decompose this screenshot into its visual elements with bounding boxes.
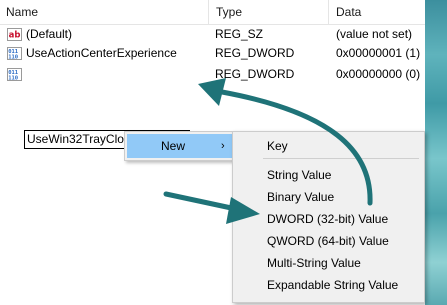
column-header-name[interactable]: Name: [0, 0, 209, 24]
submenu-item-dword-value[interactable]: DWORD (32-bit) Value: [233, 208, 424, 230]
submenu-item-string-value[interactable]: String Value: [233, 164, 424, 186]
desktop-background: [425, 0, 447, 305]
value-data: 0x00000000 (0): [336, 67, 421, 81]
column-header-data[interactable]: Data: [330, 0, 425, 24]
value-type: REG_SZ: [215, 27, 264, 41]
value-type: REG_DWORD: [215, 46, 295, 60]
column-header-row: Name Type Data: [0, 0, 425, 25]
registry-value-row[interactable]: 011 110 UseWin32TrayClockExperience REG_…: [0, 65, 425, 149]
column-header-type[interactable]: Type: [210, 0, 329, 24]
value-data: 0x00000001 (1): [336, 46, 421, 60]
menu-separator: [263, 158, 419, 159]
submenu-item-qword-value[interactable]: QWORD (64-bit) Value: [233, 230, 424, 252]
value-name: (Default): [26, 27, 73, 41]
registry-value-row[interactable]: 011 110 UseActionCenterExperience REG_DW…: [0, 44, 425, 63]
value-name: UseActionCenterExperience: [26, 46, 177, 60]
submenu-item-key[interactable]: Key: [233, 135, 424, 157]
value-data: (value not set): [336, 27, 413, 41]
svg-text:110: 110: [8, 55, 18, 61]
menu-item-new[interactable]: New ›: [127, 134, 232, 158]
submenu-item-multi-string-value[interactable]: Multi-String Value: [233, 252, 424, 274]
submenu-item-expandable-string-value[interactable]: Expandable String Value: [233, 274, 424, 296]
value-type: REG_DWORD: [215, 67, 295, 81]
menu-item-label: New: [161, 139, 186, 153]
binary-value-icon: 011 110: [7, 47, 22, 61]
binary-value-icon: 011 110: [7, 68, 22, 82]
context-menu: New ›: [124, 131, 235, 161]
string-value-icon: ab: [7, 28, 22, 41]
chevron-right-icon: ›: [221, 140, 225, 152]
svg-text:110: 110: [8, 76, 18, 82]
new-submenu: Key String Value Binary Value DWORD (32-…: [232, 131, 425, 303]
submenu-item-binary-value[interactable]: Binary Value: [233, 186, 424, 208]
registry-value-row[interactable]: ab (Default) REG_SZ (value not set): [0, 25, 425, 44]
svg-text:ab: ab: [9, 31, 21, 41]
